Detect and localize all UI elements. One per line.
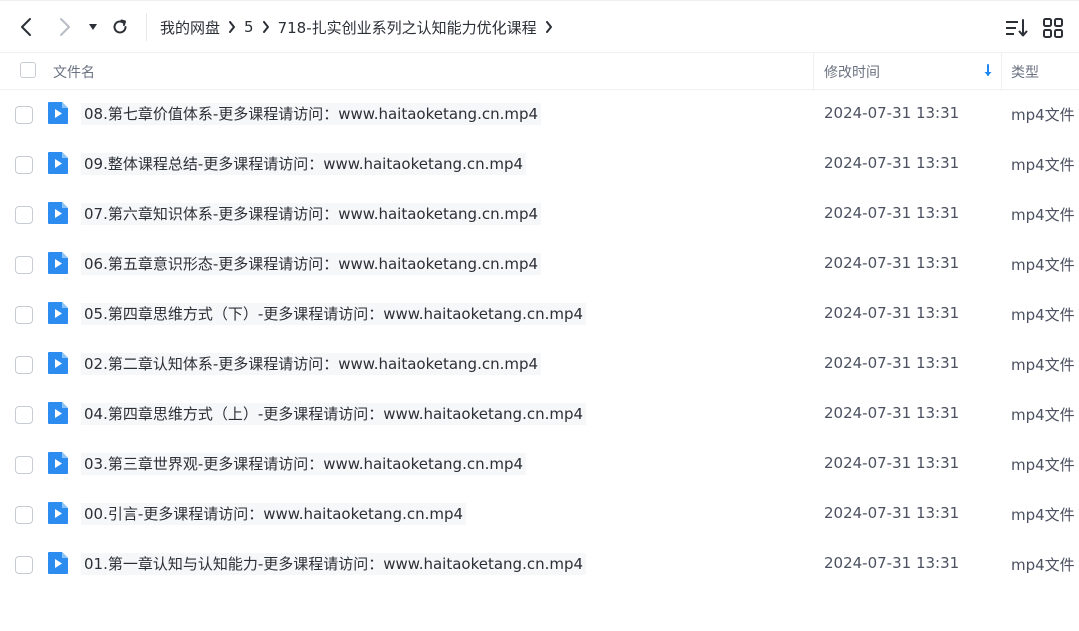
video-file-icon: [48, 252, 68, 274]
file-type: mp4文件: [1011, 556, 1075, 574]
toolbar: 我的网盘 5 718-扎实创业系列之认知能力优化课程: [0, 0, 1079, 52]
file-type: mp4文件: [1011, 106, 1075, 124]
video-file-icon: [48, 502, 68, 524]
chevron-right-icon: [60, 18, 70, 36]
breadcrumb-chevron-icon: [262, 21, 270, 33]
row-checkbox[interactable]: [15, 506, 33, 524]
breadcrumb-item-root[interactable]: 我的网盘: [160, 17, 220, 38]
row-checkbox[interactable]: [15, 206, 33, 224]
refresh-button[interactable]: [108, 15, 132, 39]
file-type: mp4文件: [1011, 156, 1075, 174]
file-list: 08.第七章价值体系-更多课程请访问：www.haitaoketang.cn.m…: [0, 89, 1079, 589]
file-row[interactable]: 02.第二章认知体系-更多课程请访问：www.haitaoketang.cn.m…: [0, 339, 1079, 389]
file-row[interactable]: 04.第四章思维方式（上）-更多课程请访问：www.haitaoketang.c…: [0, 389, 1079, 439]
file-name[interactable]: 03.第三章世界观-更多课程请访问：www.haitaoketang.cn.mp…: [81, 453, 527, 475]
file-type: mp4文件: [1011, 456, 1075, 474]
video-file-icon: [48, 402, 68, 424]
caret-down-icon: [89, 24, 97, 30]
file-row[interactable]: 06.第五章意识形态-更多课程请访问：www.haitaoketang.cn.m…: [0, 239, 1079, 289]
grid-view-button[interactable]: [1041, 16, 1065, 40]
row-checkbox[interactable]: [15, 156, 33, 174]
file-type: mp4文件: [1011, 306, 1075, 324]
file-name[interactable]: 05.第四章思维方式（下）-更多课程请访问：www.haitaoketang.c…: [81, 303, 587, 325]
breadcrumb-item-current[interactable]: 718-扎实创业系列之认知能力优化课程: [278, 17, 537, 38]
video-file-icon: [48, 352, 68, 374]
breadcrumb-chevron-icon: [228, 21, 236, 33]
file-modified-time: 2024-07-31 13:31: [824, 104, 960, 122]
breadcrumb-chevron-icon[interactable]: [545, 21, 553, 33]
file-row[interactable]: 05.第四章思维方式（下）-更多课程请访问：www.haitaoketang.c…: [0, 289, 1079, 339]
video-file-icon: [48, 452, 68, 474]
file-row[interactable]: 09.整体课程总结-更多课程请访问：www.haitaoketang.cn.mp…: [0, 139, 1079, 189]
row-checkbox[interactable]: [15, 456, 33, 474]
file-name[interactable]: 01.第一章认知与认知能力-更多课程请访问：www.haitaoketang.c…: [81, 553, 587, 575]
grid-view-icon: [1043, 18, 1063, 38]
file-modified-time: 2024-07-31 13:31: [824, 554, 960, 572]
row-checkbox[interactable]: [15, 356, 33, 374]
file-row[interactable]: 07.第六章知识体系-更多课程请访问：www.haitaoketang.cn.m…: [0, 189, 1079, 239]
video-file-icon: [48, 552, 68, 574]
file-type: mp4文件: [1011, 206, 1075, 224]
column-header-type[interactable]: 类型: [1011, 62, 1039, 82]
video-file-icon: [48, 152, 68, 174]
file-name[interactable]: 09.整体课程总结-更多课程请访问：www.haitaoketang.cn.mp…: [81, 153, 527, 175]
column-header-time[interactable]: 修改时间: [824, 62, 880, 82]
sort-descending-icon[interactable]: [982, 63, 994, 79]
file-name[interactable]: 02.第二章认知体系-更多课程请访问：www.haitaoketang.cn.m…: [81, 353, 542, 375]
file-modified-time: 2024-07-31 13:31: [824, 304, 960, 322]
history-dropdown-button[interactable]: [84, 15, 102, 39]
column-divider[interactable]: [1001, 53, 1002, 91]
video-file-icon: [48, 302, 68, 324]
file-name[interactable]: 06.第五章意识形态-更多课程请访问：www.haitaoketang.cn.m…: [81, 253, 542, 275]
file-type: mp4文件: [1011, 356, 1075, 374]
forward-button[interactable]: [53, 15, 77, 39]
sort-list-icon: [1006, 19, 1028, 37]
file-name[interactable]: 07.第六章知识体系-更多课程请访问：www.haitaoketang.cn.m…: [81, 203, 542, 225]
column-divider[interactable]: [813, 53, 814, 91]
file-row[interactable]: 03.第三章世界观-更多课程请访问：www.haitaoketang.cn.mp…: [0, 439, 1079, 489]
column-header-name[interactable]: 文件名: [53, 62, 95, 82]
file-row[interactable]: 00.引言-更多课程请访问：www.haitaoketang.cn.mp4 20…: [0, 489, 1079, 539]
file-type: mp4文件: [1011, 406, 1075, 424]
file-row[interactable]: 08.第七章价值体系-更多课程请访问：www.haitaoketang.cn.m…: [0, 89, 1079, 139]
file-modified-time: 2024-07-31 13:31: [824, 204, 960, 222]
file-type: mp4文件: [1011, 506, 1075, 524]
breadcrumb-item-folder[interactable]: 5: [244, 18, 254, 36]
select-all-checkbox[interactable]: [20, 62, 36, 78]
file-list-header: 文件名 修改时间 类型: [0, 52, 1079, 91]
file-modified-time: 2024-07-31 13:31: [824, 454, 960, 472]
refresh-icon: [113, 19, 127, 34]
back-button[interactable]: [14, 15, 38, 39]
row-checkbox[interactable]: [15, 406, 33, 424]
video-file-icon: [48, 202, 68, 224]
file-modified-time: 2024-07-31 13:31: [824, 504, 960, 522]
file-modified-time: 2024-07-31 13:31: [824, 154, 960, 172]
row-checkbox[interactable]: [15, 106, 33, 124]
file-type: mp4文件: [1011, 256, 1075, 274]
file-name[interactable]: 04.第四章思维方式（上）-更多课程请访问：www.haitaoketang.c…: [81, 403, 587, 425]
sort-button[interactable]: [1004, 16, 1028, 40]
toolbar-divider: [146, 13, 147, 41]
file-name[interactable]: 08.第七章价值体系-更多课程请访问：www.haitaoketang.cn.m…: [81, 103, 542, 125]
file-name[interactable]: 00.引言-更多课程请访问：www.haitaoketang.cn.mp4: [81, 503, 467, 525]
chevron-left-icon: [21, 18, 31, 36]
row-checkbox[interactable]: [15, 556, 33, 574]
breadcrumb: 我的网盘 5 718-扎实创业系列之认知能力优化课程: [160, 15, 561, 39]
video-file-icon: [48, 102, 68, 124]
file-modified-time: 2024-07-31 13:31: [824, 404, 960, 422]
row-checkbox[interactable]: [15, 256, 33, 274]
file-modified-time: 2024-07-31 13:31: [824, 254, 960, 272]
row-checkbox[interactable]: [15, 306, 33, 324]
file-modified-time: 2024-07-31 13:31: [824, 354, 960, 372]
file-row[interactable]: 01.第一章认知与认知能力-更多课程请访问：www.haitaoketang.c…: [0, 539, 1079, 589]
